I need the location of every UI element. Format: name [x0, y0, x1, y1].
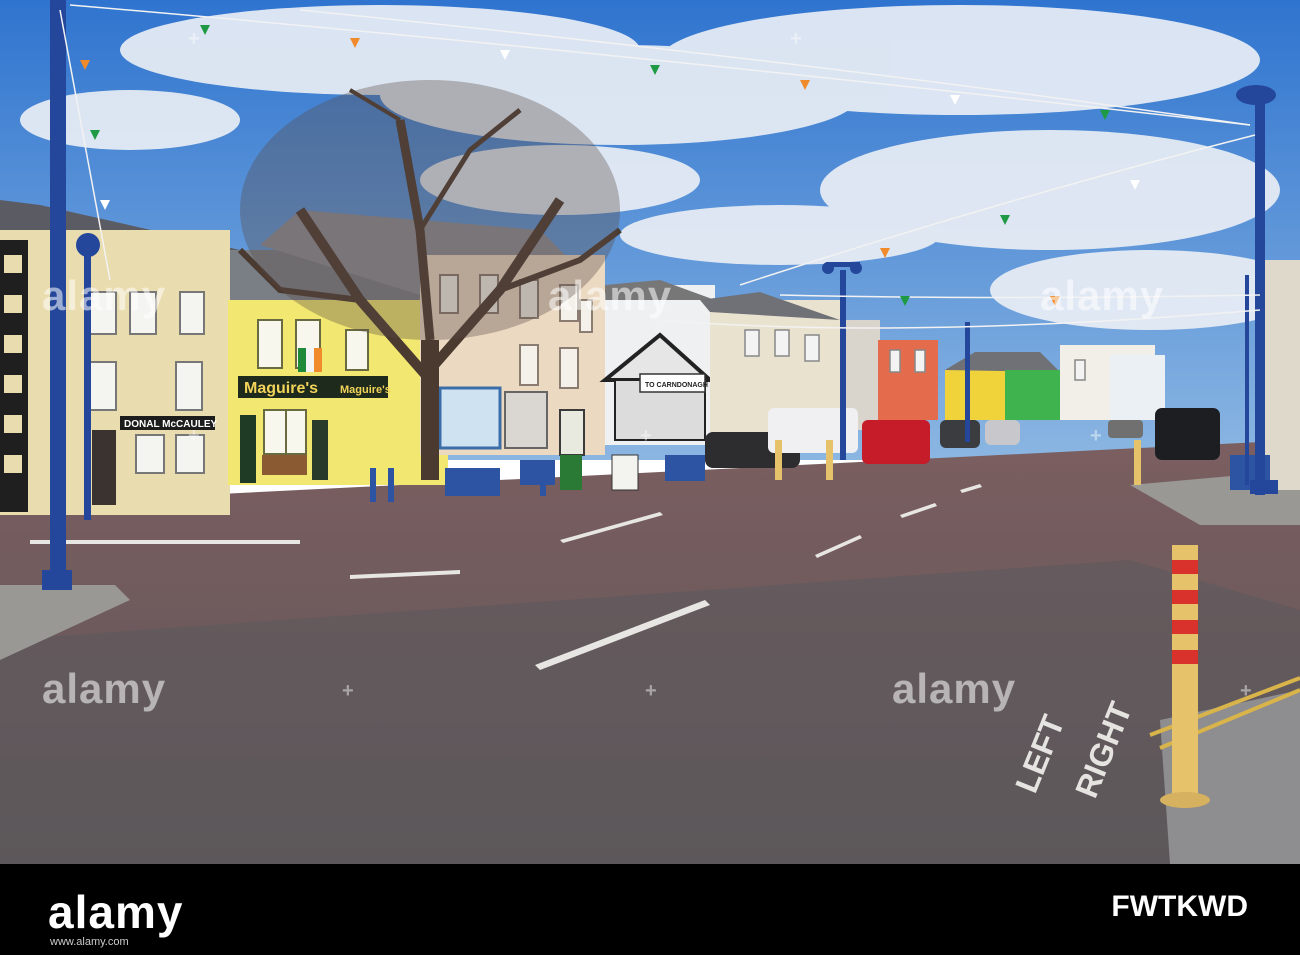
watermark-cross-3: + — [188, 425, 200, 447]
watermark-upper-right: alamy — [1040, 272, 1165, 319]
irish-flag-white — [306, 348, 314, 372]
far-car — [1108, 420, 1143, 438]
far-red — [878, 340, 938, 420]
info-board — [559, 409, 585, 456]
fingerpost-text: TO CARNDONAGH — [645, 382, 708, 389]
pub-door — [312, 420, 328, 480]
bench — [262, 455, 307, 475]
footer-image-id: FWTKWD — [1111, 890, 1248, 923]
far-green — [1005, 370, 1060, 420]
footer-url: www.alamy.com — [50, 936, 129, 948]
pub-sign-main: Maguire's — [244, 380, 318, 397]
planter-3 — [665, 455, 705, 481]
footer-bar — [0, 864, 1300, 955]
watermark-cross-8: + — [1240, 680, 1252, 702]
watermark-center: alamy — [548, 272, 673, 319]
suv-dark — [1155, 408, 1220, 460]
watermark-cross-4: + — [640, 425, 652, 447]
far-yellow — [945, 370, 1005, 420]
watermark-cross-6: + — [342, 680, 354, 702]
dark-door — [92, 430, 116, 505]
pub-sign-right: Maguire's — [340, 384, 391, 396]
shopfront-2 — [504, 391, 548, 449]
street-photo: RIGHT LEFT DONAL McCAULEY Maguire's Magu… — [0, 0, 1300, 955]
shop-sign-mccauley: DONAL McCAULEY — [124, 419, 217, 430]
irish-flag-orange — [314, 348, 322, 372]
watermark-lower-right: alamy — [892, 665, 1017, 712]
watermark-cross-2: + — [790, 28, 802, 50]
watermark-upper-left: alamy — [42, 272, 167, 319]
a-board — [611, 454, 639, 491]
green-bin — [560, 455, 582, 490]
blue-shopfront — [438, 386, 502, 450]
watermark-cross-7: + — [645, 680, 657, 702]
planter-2 — [520, 460, 555, 485]
footer-logo: alamy — [48, 886, 184, 938]
pub-door-green — [240, 415, 256, 483]
watermark-cross-5: + — [1090, 425, 1102, 447]
car-grey — [985, 420, 1020, 445]
car-silver — [940, 420, 980, 448]
watermark-cross-1: + — [188, 28, 200, 50]
red-van — [862, 420, 930, 464]
planter-1 — [445, 468, 500, 496]
far-blue-white — [1110, 355, 1165, 420]
irish-flag-green — [298, 348, 306, 372]
watermark-lower-left: alamy — [42, 665, 167, 712]
